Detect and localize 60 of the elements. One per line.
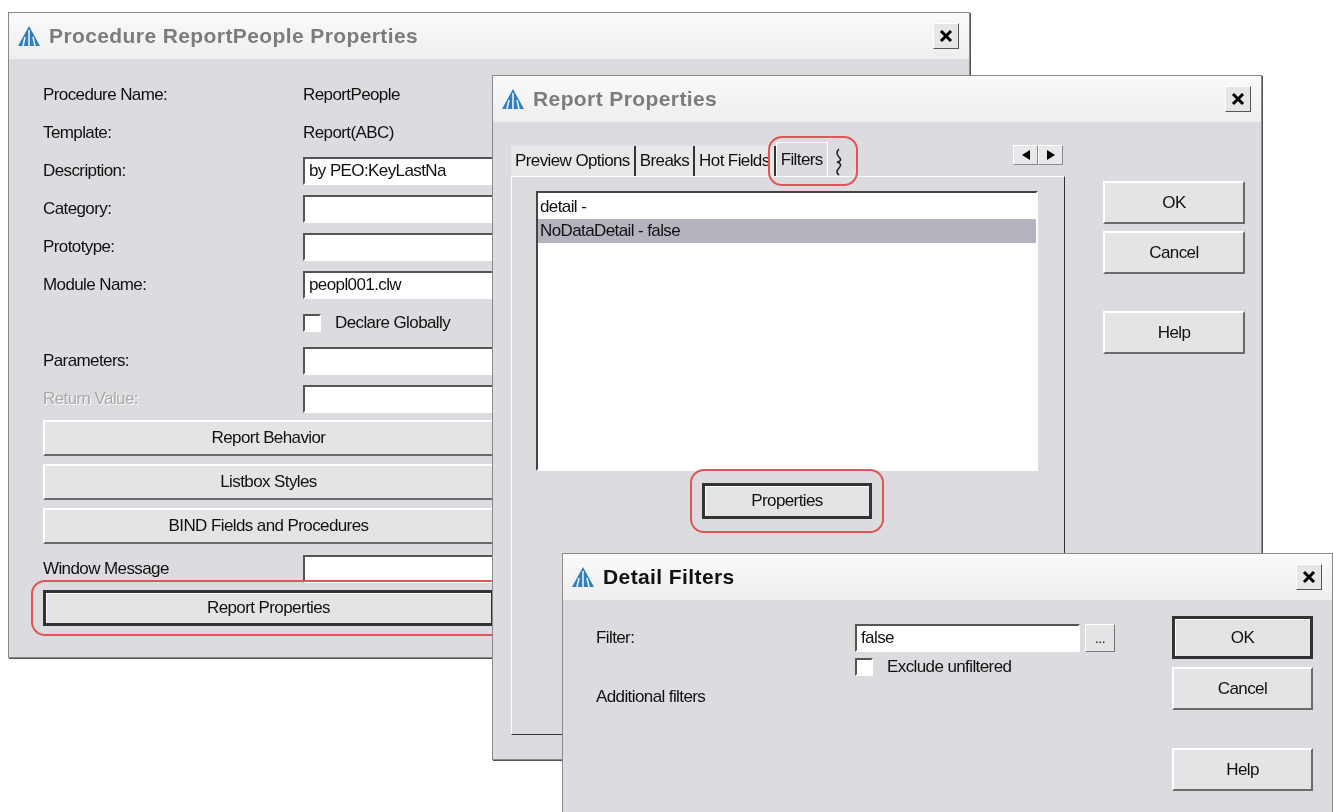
field-label: Filter:	[596, 626, 636, 649]
scroll-right-button[interactable]	[1038, 145, 1063, 165]
input-field[interactable]	[303, 233, 494, 261]
input-field[interactable]: peopl001.clw	[303, 271, 494, 299]
dialog-button[interactable]: Help	[1172, 748, 1313, 791]
checkbox-label: Declare Globally	[335, 313, 451, 333]
list-item[interactable]: NoDataDetail - false	[538, 219, 1036, 243]
close-icon	[1302, 570, 1316, 584]
tab[interactable]: Hot Fields	[695, 146, 776, 176]
tab[interactable]: Breaks	[635, 146, 696, 176]
field-value: ReportPeople	[303, 85, 401, 105]
dialog-button[interactable]: Cancel	[1103, 231, 1245, 274]
window-title: Detail Filters	[603, 565, 736, 589]
action-button[interactable]: Listbox Styles	[43, 464, 494, 500]
filter-field[interactable]: false	[855, 623, 1080, 652]
window-title: Report Properties	[533, 87, 719, 111]
field-label: Module Name:	[43, 275, 148, 295]
triangle-logo-icon	[17, 25, 41, 47]
properties-button[interactable]: Properties	[702, 483, 872, 519]
list-item[interactable]: detail -	[538, 195, 1036, 219]
action-button[interactable]: Report Properties	[43, 590, 494, 626]
section-label: Additional filters	[596, 687, 707, 707]
field-label: Parameters:	[43, 351, 130, 371]
checkbox-label: Exclude unfiltered	[887, 657, 1012, 677]
tab[interactable]: Preview Options	[511, 146, 636, 176]
window-title: Procedure ReportPeople Properties	[49, 24, 420, 48]
field-label: Procedure Name:	[43, 85, 169, 105]
input-field[interactable]	[303, 385, 494, 413]
field-label: Category:	[43, 199, 113, 219]
field-label: Prototype:	[43, 237, 116, 257]
triangle-logo-icon	[501, 88, 525, 110]
checkbox[interactable]	[303, 314, 321, 332]
field-label: Return Value:	[43, 389, 139, 409]
action-button[interactable]: Report Behavior	[43, 420, 494, 456]
field-value: Report(ABC)	[303, 123, 395, 143]
checkbox[interactable]	[855, 658, 873, 676]
dialog-button[interactable]: Cancel	[1172, 667, 1313, 710]
dialog-button[interactable]: Help	[1103, 311, 1245, 354]
field-label: Template:	[43, 123, 113, 143]
left-triangle-icon	[1020, 150, 1031, 160]
input-field[interactable]	[303, 195, 494, 223]
input-field[interactable]	[303, 555, 494, 583]
action-button[interactable]: BIND Fields and Procedures	[43, 508, 494, 544]
close-icon	[939, 29, 953, 43]
close-button[interactable]	[1296, 564, 1322, 590]
triangle-logo-icon	[571, 566, 595, 588]
scroll-left-button[interactable]	[1013, 145, 1038, 165]
dialog-button[interactable]: OK	[1172, 616, 1313, 659]
input-field[interactable]	[303, 347, 494, 375]
wavy-line-icon	[833, 148, 844, 176]
dialog-button[interactable]: OK	[1103, 181, 1245, 224]
tab[interactable]: Filters	[775, 142, 828, 176]
input-field[interactable]: by PEO:KeyLastNa	[303, 157, 494, 185]
close-icon	[1231, 92, 1245, 106]
browse-button[interactable]: ...	[1085, 623, 1115, 652]
field-label: Window Message	[43, 559, 170, 579]
right-triangle-icon	[1045, 150, 1056, 160]
close-button[interactable]	[933, 23, 959, 49]
field-label: Description:	[43, 161, 127, 181]
close-button[interactable]	[1225, 86, 1251, 112]
